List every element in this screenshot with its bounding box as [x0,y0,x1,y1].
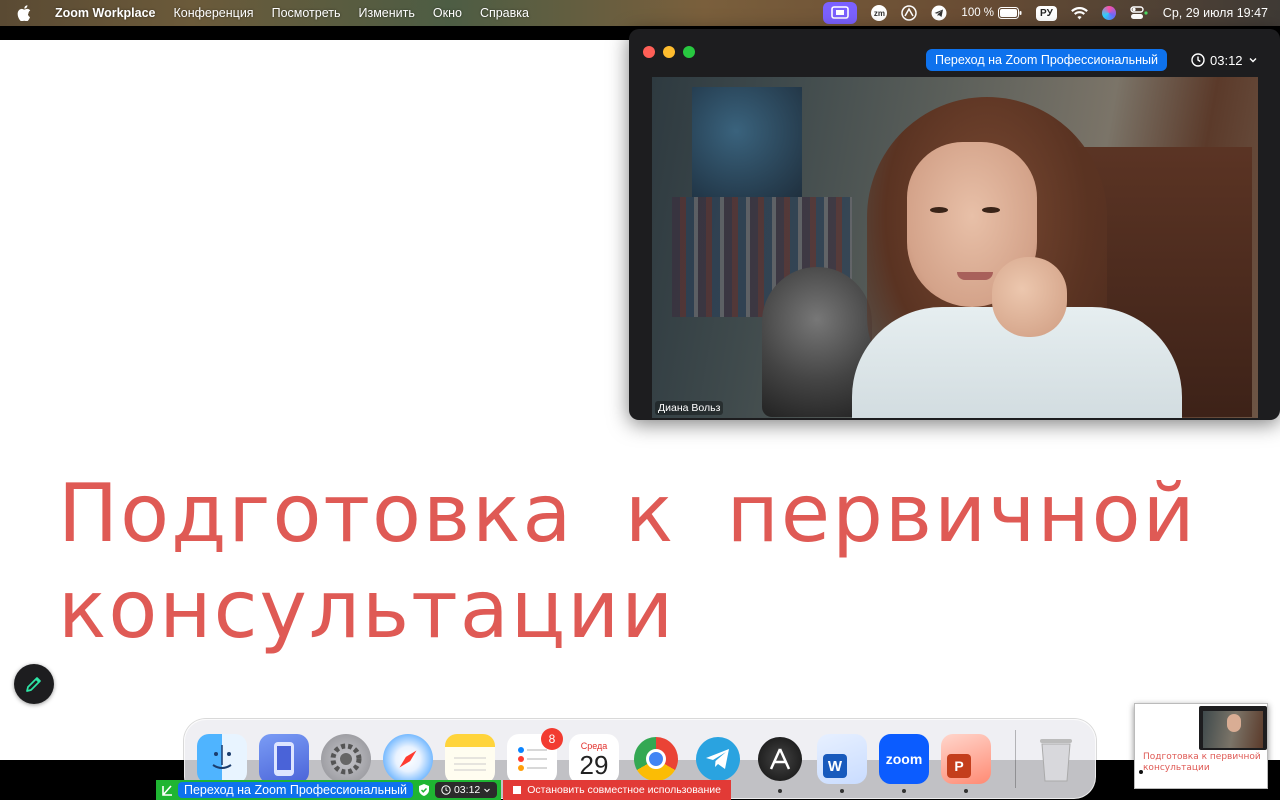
annotate-pencil-button[interactable] [14,664,54,704]
finder-icon[interactable] [197,734,247,793]
meeting-timer[interactable]: 03:12 [1191,49,1258,71]
share-bar-timer[interactable]: 03:12 [434,782,498,798]
wifi-icon[interactable] [1070,2,1088,24]
input-language-indicator[interactable]: РУ [1036,2,1057,24]
stop-icon [513,786,522,794]
stop-sharing-button[interactable]: Остановить совместное использование [503,780,732,800]
zoom-tray-icon[interactable]: zm [871,2,888,24]
minimize-window-button[interactable] [663,46,675,58]
apple-menu-icon[interactable] [14,3,34,23]
powerpoint-icon[interactable]: P [941,734,991,793]
trash-icon[interactable] [1031,734,1081,784]
menu-window[interactable]: Окно [424,6,471,20]
notes-icon[interactable] [445,734,495,784]
zoom-window-button[interactable] [683,46,695,58]
zoom-floating-window[interactable]: Переход на Zoom Профессиональный 03:12 Д… [629,29,1280,420]
drag-handle-icon[interactable] [160,783,174,797]
thumbnail-video [1199,706,1267,750]
menu-conference[interactable]: Конференция [164,6,262,20]
clock-icon [1191,53,1205,67]
thumbnail-slide-title: Подготовка к первичной консультации [1143,752,1261,773]
slide-title: Подготовка к первичной консультации [58,466,1238,658]
slide-title-line-2: консультации [58,563,676,656]
chrome-icon[interactable] [631,734,681,793]
app-name-menu[interactable]: Zoom Workplace [46,6,164,20]
telegram-tray-icon[interactable] [931,2,947,24]
calendar-day: 29 [579,750,609,780]
control-center-icon[interactable] [1130,2,1148,24]
share-status-bar: Переход на Zoom Профессиональный 03:12 [156,780,502,800]
chevron-down-icon [484,788,491,793]
menu-view[interactable]: Посмотреть [263,6,350,20]
menubar-clock[interactable]: Ср, 29 июля 19:47 [1163,6,1268,20]
slide-title-line-1: Подготовка к первичной [58,467,1197,560]
siri-icon[interactable] [1101,2,1116,24]
share-bar-upgrade-button[interactable]: Переход на Zoom Профессиональный [178,782,413,798]
calendar-icon[interactable]: Среда 29 [569,734,619,784]
screen-share-tray-icon[interactable] [823,2,858,24]
share-bar-timer-value: 03:12 [453,784,481,796]
menu-edit[interactable]: Изменить [350,6,424,20]
dock-separator [1015,730,1016,788]
safari-icon[interactable] [383,734,433,784]
keyboard-tray-icon[interactable] [901,2,918,24]
zoom-icon[interactable]: zoom [879,734,929,793]
telegram-icon[interactable] [693,734,743,793]
participant-video[interactable]: Диана Вольз [652,77,1258,418]
close-window-button[interactable] [643,46,655,58]
pencil-icon [26,677,41,692]
chevron-down-icon [1249,58,1257,63]
shield-icon[interactable] [417,783,431,797]
meeting-timer-value: 03:12 [1210,52,1243,68]
instruments-icon[interactable] [755,734,805,793]
battery-status[interactable]: 100 % [961,2,1022,24]
simulator-icon[interactable] [259,734,309,784]
upgrade-to-pro-button[interactable]: Переход на Zoom Профессиональный [926,49,1167,71]
reminders-badge: 8 [541,728,563,750]
clock-icon [441,785,451,795]
zoom-share-toolbar: Переход на Zoom Профессиональный 03:12 О… [156,780,732,800]
menu-help[interactable]: Справка [471,6,538,20]
battery-icon [998,7,1022,19]
menu-bar: Zoom Workplace Конференция Посмотреть Из… [0,0,1280,26]
system-settings-icon[interactable] [321,734,371,784]
screenshot-thumbnail-preview[interactable]: Подготовка к первичной консультации [1134,703,1268,789]
word-icon[interactable]: W [817,734,867,793]
participant-name-label: Диана Вольз [655,401,724,415]
reminders-icon[interactable]: 8 [507,728,563,784]
